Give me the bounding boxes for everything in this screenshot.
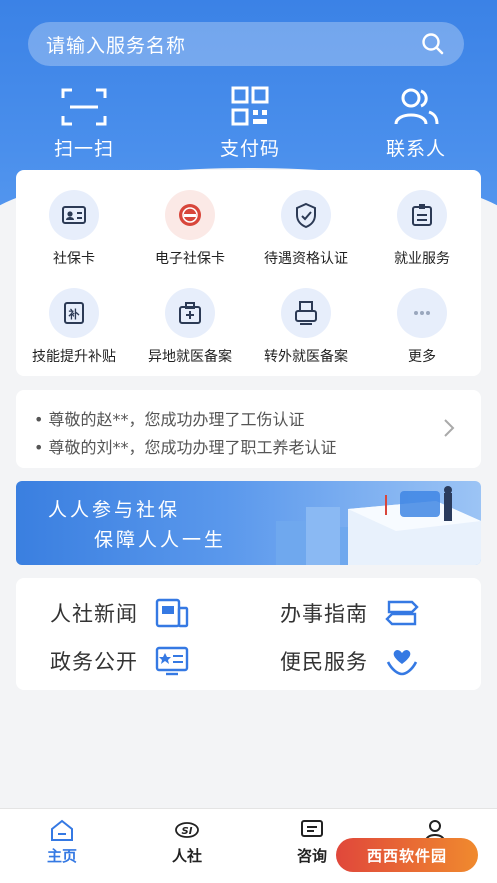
service-remote-medical[interactable]: 异地就医备案 <box>132 288 248 366</box>
pay-code-label: 支付码 <box>219 138 280 160</box>
contacts-button[interactable]: 联系人 <box>346 86 486 161</box>
service-label: 社保卡 <box>53 251 95 267</box>
city-illustration <box>276 486 481 565</box>
tab-label: 主页 <box>46 847 77 865</box>
briefcase-badge-icon <box>412 204 432 226</box>
service-label: 电子社保卡 <box>155 251 225 267</box>
search-icon[interactable] <box>420 31 446 57</box>
link-label: 办事指南 <box>280 602 368 626</box>
link-label: 人社新闻 <box>50 602 138 626</box>
link-news[interactable]: 人社新闻 <box>50 596 190 630</box>
home-icon <box>51 819 73 841</box>
contacts-icon <box>394 88 439 125</box>
chevron-right-icon[interactable] <box>443 418 455 438</box>
chat-icon <box>301 820 323 837</box>
scan-icon <box>61 88 107 126</box>
signpost-icon <box>385 600 419 626</box>
watermark-logo: 西西软件园 <box>336 838 478 872</box>
link-public-affairs[interactable]: 政务公开 <box>50 644 190 678</box>
social-security-badge-icon <box>179 204 201 226</box>
banner-line1: 人人参与社保 <box>48 499 181 521</box>
medical-kit-icon <box>179 302 201 324</box>
svg-text:补: 补 <box>68 307 80 321</box>
service-transfer-medical[interactable]: 转外就医备案 <box>248 288 364 366</box>
promo-banner[interactable]: 人人参与社保 保障人人一生 <box>16 481 481 565</box>
banner-line2: 保障人人一生 <box>94 529 227 551</box>
service-label: 技能提升补贴 <box>32 349 116 365</box>
shield-check-icon <box>296 202 316 229</box>
tab-label: 咨询 <box>296 847 327 865</box>
service-more[interactable]: 更多 <box>364 288 480 366</box>
service-label: 更多 <box>408 349 436 365</box>
notice-ticker[interactable]: • 尊敬的赵**，您成功办理了工伤认证 • 尊敬的刘**，您成功办理了职工养老认… <box>16 390 481 468</box>
link-label: 政务公开 <box>50 650 138 674</box>
id-card-icon <box>62 206 86 224</box>
service-label: 待遇资格认证 <box>264 251 348 267</box>
search-placeholder: 请输入服务名称 <box>46 34 187 57</box>
heart-hands-icon <box>386 649 418 676</box>
notice-item: • 尊敬的赵**，您成功办理了工伤认证 <box>34 410 305 429</box>
news-icon <box>155 598 189 628</box>
service-e-social-card[interactable]: 电子社保卡 <box>132 190 248 268</box>
subsidy-icon: 补 <box>64 302 84 324</box>
scan-button[interactable]: 扫一扫 <box>14 86 154 161</box>
printer-icon <box>295 301 317 325</box>
service-qualification-auth[interactable]: 待遇资格认证 <box>248 190 364 268</box>
contacts-label: 联系人 <box>385 138 446 160</box>
svg-text:SI: SI <box>182 826 193 837</box>
service-label: 转外就医备案 <box>264 349 348 365</box>
tab-label: 人社 <box>171 847 202 865</box>
service-employment[interactable]: 就业服务 <box>364 190 480 268</box>
tab-renshe[interactable]: SI 人社 <box>152 817 222 866</box>
public-board-icon <box>155 646 189 676</box>
link-convenience[interactable]: 便民服务 <box>280 644 420 678</box>
more-icon <box>414 311 430 315</box>
service-label: 就业服务 <box>394 251 450 267</box>
search-bar[interactable]: 请输入服务名称 <box>28 22 464 66</box>
service-social-card[interactable]: 社保卡 <box>16 190 132 268</box>
notice-item: • 尊敬的刘**，您成功办理了职工养老认证 <box>34 438 337 457</box>
pay-code-button[interactable]: 支付码 <box>180 86 320 161</box>
link-label: 便民服务 <box>280 650 368 674</box>
qr-code-icon <box>231 86 269 126</box>
si-logo-icon: SI <box>175 822 199 838</box>
service-skill-subsidy[interactable]: 补 技能提升补贴 <box>16 288 132 366</box>
scan-label: 扫一扫 <box>53 138 114 160</box>
service-grid: 社保卡 电子社保卡 待遇资格认证 就业服务 补 技能提升补贴 异地就医备案 转外… <box>16 170 481 376</box>
link-guide[interactable]: 办事指南 <box>280 596 420 630</box>
link-panel: 人社新闻 办事指南 政务公开 便民服务 <box>16 578 481 690</box>
tab-home[interactable]: 主页 <box>27 817 97 866</box>
service-label: 异地就医备案 <box>148 349 232 365</box>
